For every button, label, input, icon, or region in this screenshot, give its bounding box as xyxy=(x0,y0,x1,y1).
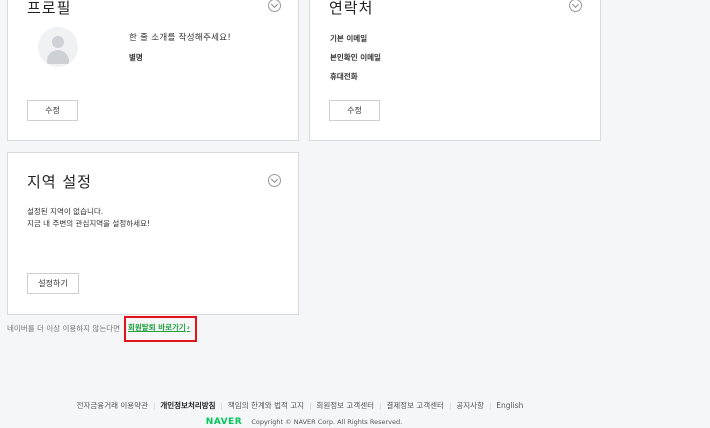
footer-copyright-row: NAVER Copyright © NAVER Corp. All Rights… xyxy=(0,409,608,428)
contact-row-recovery-email: 본인확인 이메일 xyxy=(330,53,381,62)
region-collapse-chevron-icon[interactable] xyxy=(268,174,281,187)
region-set-button[interactable]: 설정하기 xyxy=(27,273,79,294)
region-desc-line1: 설정된 지역이 없습니다. xyxy=(27,207,104,216)
profile-collapse-chevron-icon[interactable] xyxy=(268,0,281,12)
contact-edit-button[interactable]: 수정 xyxy=(329,100,380,121)
contact-row-phone: 휴대전화 xyxy=(330,72,358,81)
profile-card: 프로필 한 줄 소개를 작성해주세요! 별명 수정 xyxy=(7,0,299,141)
avatar-placeholder-icon xyxy=(38,27,78,67)
naver-logo[interactable]: NAVER xyxy=(206,417,242,427)
region-desc-line2: 지금 내 주변의 관심지역을 설정하세요! xyxy=(27,219,150,228)
contact-title: 연락처 xyxy=(329,0,374,17)
contact-row-primary-email: 기본 이메일 xyxy=(330,34,368,43)
contact-collapse-chevron-icon[interactable] xyxy=(569,0,582,12)
withdraw-link-text[interactable]: 회원탈퇴 바로가기 xyxy=(128,323,186,332)
profile-title: 프로필 xyxy=(27,0,72,17)
profile-edit-button[interactable]: 수정 xyxy=(27,100,78,121)
region-title: 지역 설정 xyxy=(27,173,92,191)
profile-nickname-label: 별명 xyxy=(129,53,143,62)
withdraw-link[interactable]: 회원탈퇴 바로가기› xyxy=(128,322,190,333)
footer-copyright: Copyright © NAVER Corp. All Rights Reser… xyxy=(251,418,403,426)
withdraw-arrow-icon: › xyxy=(186,323,190,332)
region-card: 지역 설정 설정된 지역이 없습니다. 지금 내 주변의 관심지역을 설정하세요… xyxy=(7,152,299,315)
withdraw-question: 네이버를 더 이상 이용하지 않는다면 xyxy=(7,324,121,333)
profile-intro[interactable]: 한 줄 소개를 작성해주세요! xyxy=(129,31,231,43)
contact-card: 연락처 기본 이메일 본인확인 이메일 휴대전화 수정 xyxy=(309,0,601,141)
